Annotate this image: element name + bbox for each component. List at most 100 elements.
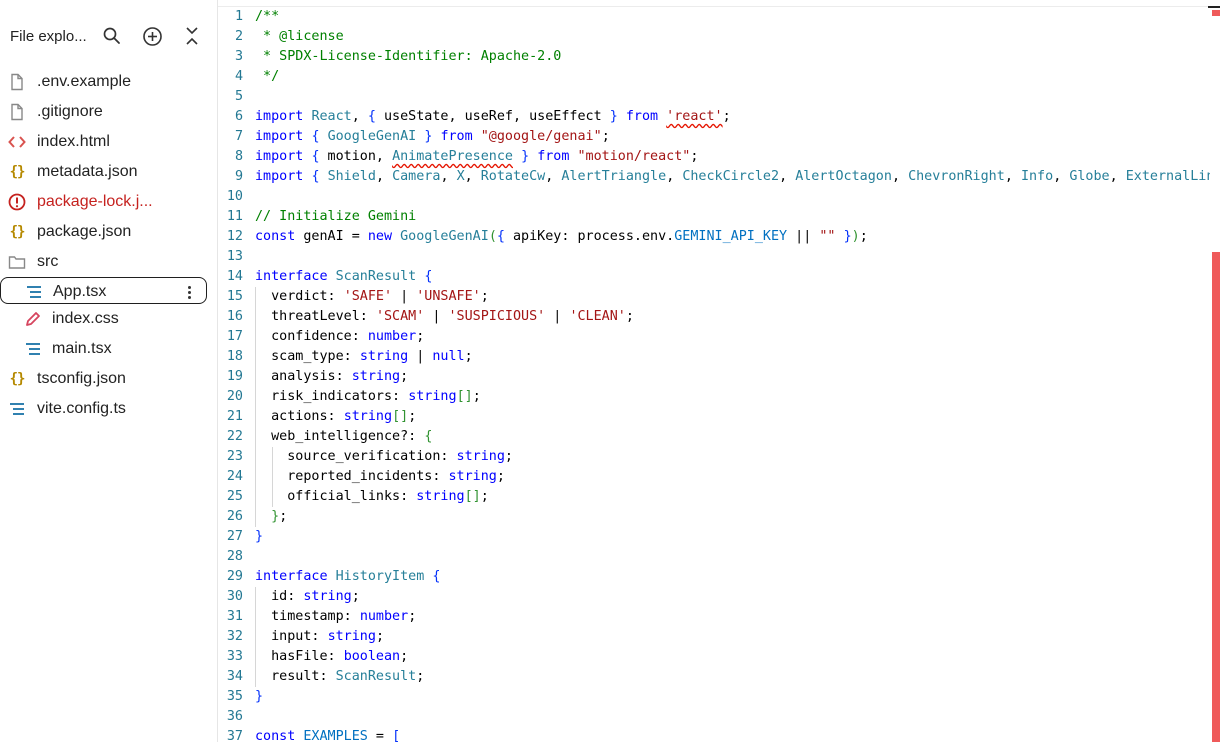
code-text: web_intelligence?: { — [255, 429, 433, 444]
tree-item-label: .env.example — [37, 73, 131, 90]
line-number: 11 — [226, 209, 243, 224]
tree-item-label: tsconfig.json — [37, 370, 126, 387]
code-editor[interactable]: 1 /** 2 * @license 3 * SPDX-License-Identif… — [218, 0, 1210, 742]
code-text: id: string; — [255, 589, 360, 604]
line-number: 36 — [226, 709, 243, 724]
lines-icon — [25, 283, 43, 301]
tree-item-label: index.css — [52, 310, 119, 327]
tree-item-package-lock-j[interactable]: package-lock.j... — [0, 187, 217, 217]
tree-item-index-html[interactable]: index.html — [0, 127, 217, 157]
code-text: interface HistoryItem { — [255, 569, 441, 584]
file-tree: .env.example .gitignore index.html {} metada… — [0, 67, 217, 424]
line-number: 28 — [226, 549, 243, 564]
html-icon — [8, 133, 26, 151]
line-number: 20 — [226, 389, 243, 404]
file-icon — [8, 73, 26, 91]
line-number: 8 — [234, 149, 243, 164]
line-number: 19 — [226, 369, 243, 384]
code-text: interface ScanResult { — [255, 269, 433, 284]
tree-item-label: main.tsx — [52, 340, 112, 357]
code-text: result: ScanResult; — [255, 669, 425, 684]
add-file-button[interactable] — [140, 24, 164, 48]
code-text: const EXAMPLES = [ — [255, 729, 401, 742]
file-explorer: File explo... .env.example .gitignore inde… — [0, 0, 218, 742]
code-text: }; — [271, 509, 288, 524]
code-text: scam_type: string | null; — [255, 349, 473, 364]
search-icon — [103, 27, 120, 44]
code-text: input: string; — [255, 629, 384, 644]
more-options-icon[interactable] — [184, 282, 194, 302]
code-text: import { GoogleGenAI } from "@google/gen… — [255, 129, 610, 144]
code-text: /** — [255, 9, 280, 24]
vertical-scrollbar[interactable] — [1212, 252, 1220, 742]
line-number: 17 — [226, 329, 243, 344]
line-number: 34 — [226, 669, 243, 684]
tree-item-vite-config-ts[interactable]: vite.config.ts — [0, 394, 217, 424]
tree-item-label: vite.config.ts — [37, 400, 126, 417]
line-number: 21 — [226, 409, 243, 424]
tree-item-main-tsx[interactable]: main.tsx — [0, 334, 217, 364]
code-text: source_verification: string; — [255, 449, 513, 464]
json-icon: {} — [9, 224, 26, 240]
add-circle-icon — [142, 26, 162, 46]
line-number: 32 — [226, 629, 243, 644]
code-text: } — [255, 689, 264, 704]
lines-icon — [8, 400, 26, 418]
code-text: analysis: string; — [255, 369, 409, 384]
tree-item-label: package.json — [37, 223, 132, 240]
tree-item-label: index.html — [37, 133, 110, 150]
error-marker — [1212, 10, 1220, 16]
tree-item-label: metadata.json — [37, 163, 138, 180]
tree-item-gitignore[interactable]: .gitignore — [0, 97, 217, 127]
code-text: official_links: string[]; — [255, 489, 489, 504]
code-text: // Initialize Gemini — [255, 209, 417, 224]
tree-item-app-tsx[interactable]: App.tsx — [0, 277, 207, 304]
explorer-title: File explo... — [10, 28, 87, 45]
line-number: 22 — [226, 429, 243, 444]
line-number: 7 — [234, 129, 243, 144]
tree-item-package-json[interactable]: {} package.json — [0, 217, 217, 247]
code-text: const genAI = new GoogleGenAI({ apiKey: … — [255, 229, 868, 244]
line-number: 10 — [226, 189, 243, 204]
line-number: 1 — [234, 9, 243, 24]
line-number: 26 — [226, 509, 243, 524]
collapse-button[interactable] — [180, 24, 204, 48]
tree-item-label: .gitignore — [37, 103, 103, 120]
line-number: 31 — [226, 609, 243, 624]
tree-item-label: App.tsx — [53, 282, 107, 300]
explorer-header: File explo... — [0, 22, 217, 52]
collapse-all-icon — [186, 27, 198, 45]
line-number: 12 — [226, 229, 243, 244]
code-text: risk_indicators: string[]; — [255, 389, 481, 404]
line-number: 15 — [226, 289, 243, 304]
error-icon — [8, 193, 26, 211]
code-text: * @license — [255, 29, 344, 44]
tree-item-metadata-json[interactable]: {} metadata.json — [0, 157, 217, 187]
code-text: reported_incidents: string; — [255, 469, 505, 484]
code-text: confidence: number; — [255, 329, 425, 344]
folder-icon — [8, 253, 26, 271]
line-number: 13 — [226, 249, 243, 264]
search-button[interactable] — [100, 24, 124, 48]
lines-icon — [24, 340, 42, 358]
line-number: 2 — [234, 29, 243, 44]
line-number: 4 — [234, 69, 243, 84]
line-number: 18 — [226, 349, 243, 364]
line-number: 23 — [226, 449, 243, 464]
code-text: actions: string[]; — [255, 409, 417, 424]
tree-item-index-css[interactable]: index.css — [0, 304, 217, 334]
line-number: 35 — [226, 689, 243, 704]
code-text: import { Shield, Camera, X, RotateCw, Al… — [255, 169, 1210, 184]
code-text: hasFile: boolean; — [255, 649, 409, 664]
line-number: 6 — [234, 109, 243, 124]
code-text: import React, { useState, useRef, useEff… — [255, 109, 731, 124]
tree-item-src[interactable]: src — [0, 247, 217, 277]
json-icon: {} — [9, 371, 26, 387]
line-number: 29 — [226, 569, 243, 584]
code-text: verdict: 'SAFE' | 'UNSAFE'; — [255, 289, 489, 304]
tree-item-env-example[interactable]: .env.example — [0, 67, 217, 97]
line-number: 9 — [234, 169, 243, 184]
tree-item-tsconfig-json[interactable]: {} tsconfig.json — [0, 364, 217, 394]
code-text: threatLevel: 'SCAM' | 'SUSPICIOUS' | 'CL… — [255, 309, 634, 324]
line-number: 3 — [234, 49, 243, 64]
